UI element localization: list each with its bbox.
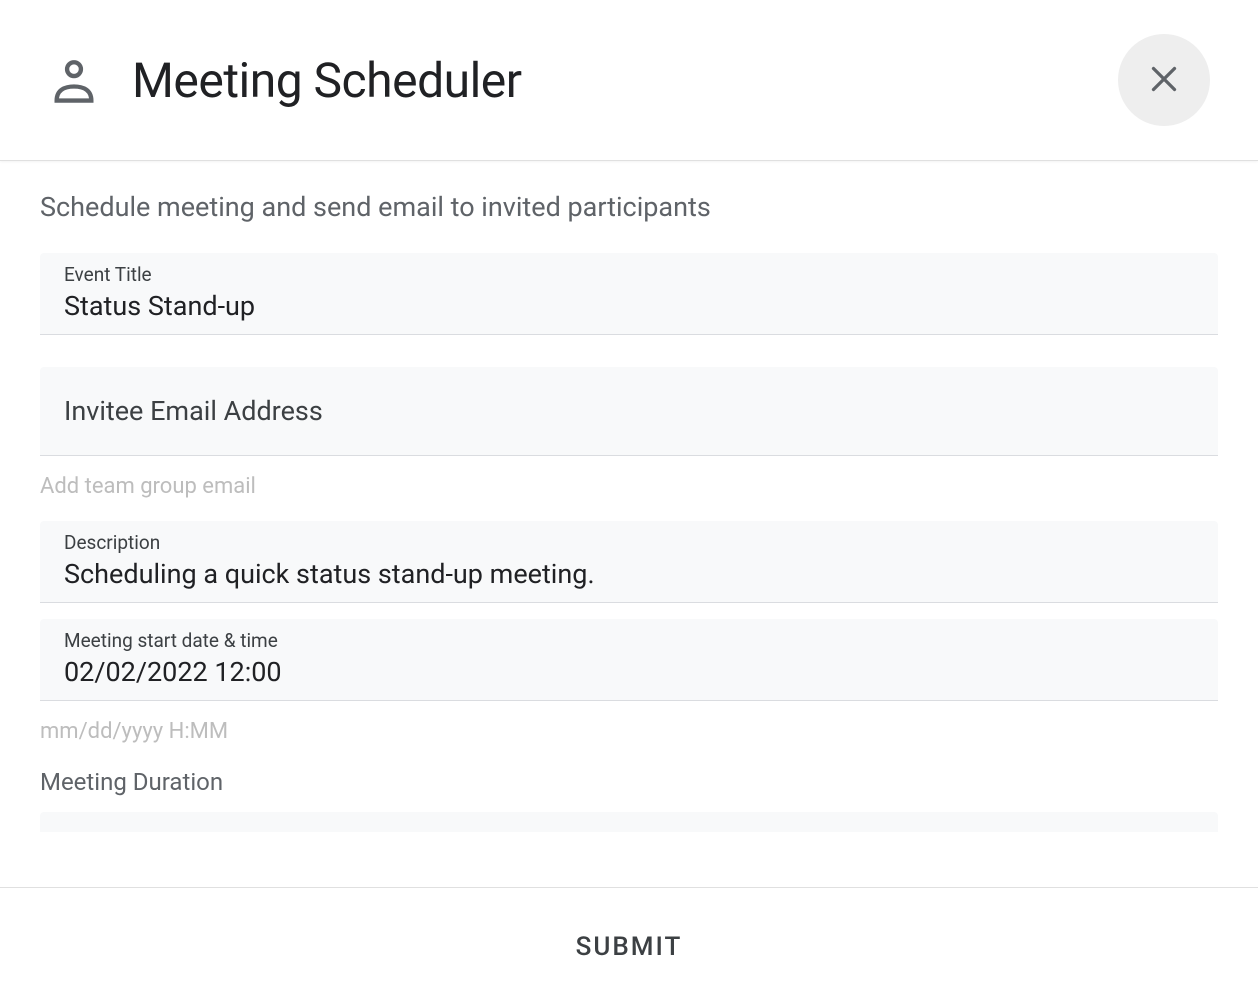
start-datetime-label: Meeting start date & time: [64, 629, 1194, 652]
invitee-email-field[interactable]: Invitee Email Address: [40, 367, 1218, 456]
event-title-input[interactable]: [64, 290, 1194, 322]
submit-button[interactable]: SUBMIT: [576, 932, 683, 962]
form-content: Schedule meeting and send email to invit…: [0, 161, 1258, 871]
start-datetime-helper: mm/dd/yyyy H:MM: [40, 719, 1218, 744]
invitee-email-helper: Add team group email: [40, 474, 1218, 499]
start-datetime-input[interactable]: [64, 656, 1194, 688]
form-subtitle: Schedule meeting and send email to invit…: [40, 191, 1218, 223]
description-field[interactable]: Description: [40, 521, 1218, 603]
event-title-field[interactable]: Event Title: [40, 253, 1218, 335]
description-input[interactable]: [64, 558, 1194, 590]
duration-field[interactable]: [40, 812, 1218, 832]
close-button[interactable]: [1118, 34, 1210, 126]
invitee-email-label: Invitee Email Address: [64, 381, 1194, 441]
person-icon: [48, 54, 100, 106]
dialog-title: Meeting Scheduler: [132, 52, 522, 109]
dialog-footer: SUBMIT: [0, 887, 1258, 1006]
description-label: Description: [64, 531, 1194, 554]
duration-label: Meeting Duration: [40, 768, 1218, 796]
close-icon: [1146, 61, 1182, 100]
dialog-header: Meeting Scheduler: [0, 0, 1258, 161]
header-left: Meeting Scheduler: [48, 52, 522, 109]
start-datetime-field[interactable]: Meeting start date & time: [40, 619, 1218, 701]
event-title-label: Event Title: [64, 263, 1194, 286]
